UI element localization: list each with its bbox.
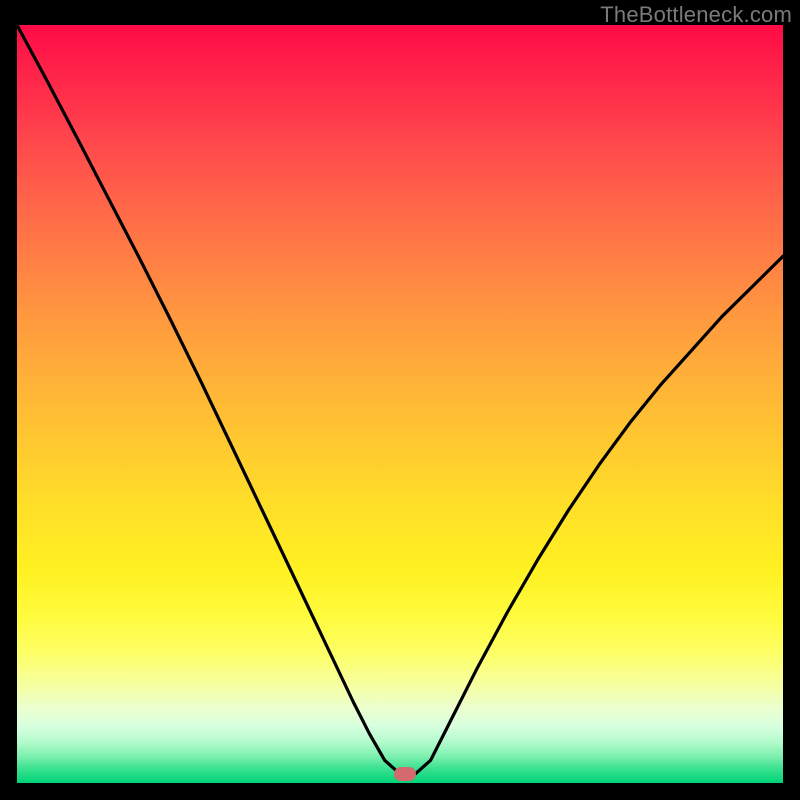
chart-frame: TheBottleneck.com xyxy=(0,0,800,800)
optimal-point-marker xyxy=(394,767,416,781)
bottleneck-curve xyxy=(17,25,783,783)
plot-area xyxy=(17,25,783,783)
